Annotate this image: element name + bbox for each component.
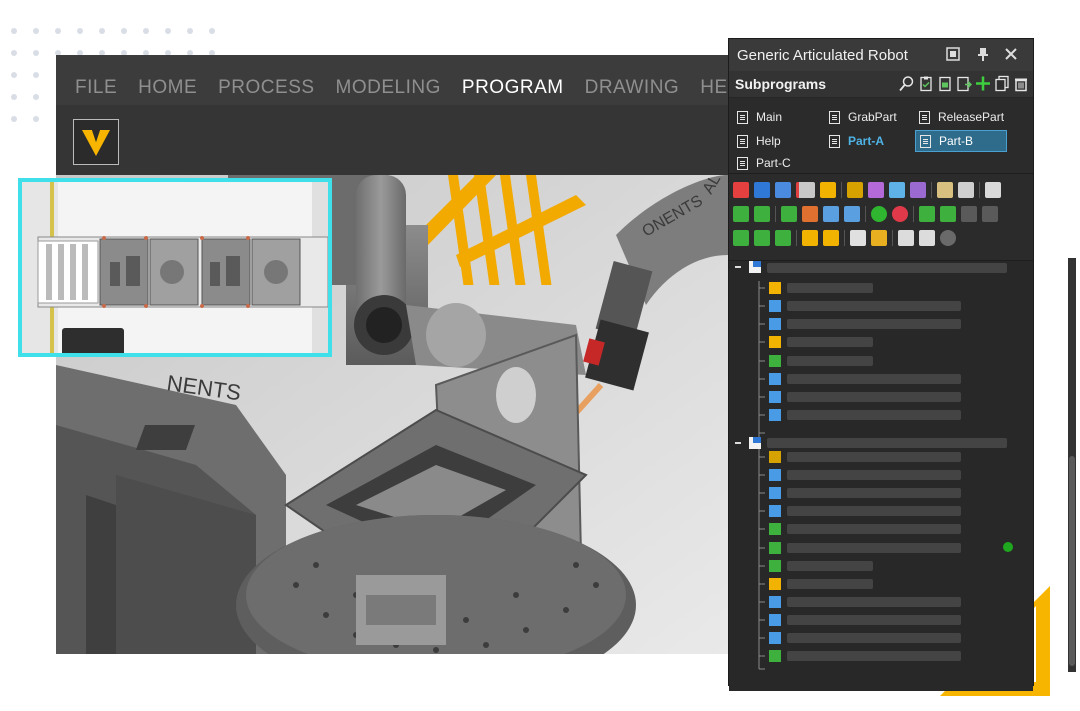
switch-icon[interactable] [733,230,749,246]
delete-icon[interactable] [1013,75,1029,92]
toolbar-separator [931,182,932,198]
note-icon[interactable] [958,182,974,198]
subprogram-label: Part-B [939,134,974,148]
comment-icon[interactable] [937,182,953,198]
toolbar-separator [844,230,845,246]
subprogram-part-b[interactable]: Part-B [915,130,1007,152]
subprogram-list: Main GrabPart ReleasePart Help Part-A Pa… [729,98,1033,174]
disabled-icon [961,206,977,222]
statistics-icon[interactable] [871,230,887,246]
document-icon [737,156,748,170]
new-program-icon[interactable] [937,75,953,92]
return-icon[interactable] [754,206,770,222]
panel-close-icon[interactable] [1003,47,1019,63]
add-icon[interactable] [975,75,991,92]
toolbar-separator [841,182,842,198]
document-icon [829,110,840,124]
subprogram-label: Main [756,110,783,124]
document-icon [919,110,930,124]
base-b-icon[interactable] [919,230,935,246]
statement-tree[interactable] [729,261,1033,691]
subprogram-label: GrabPart [848,110,897,124]
status-indicator [1003,542,1013,552]
menu-modeling[interactable]: MODELING [336,61,441,99]
subprogram-help[interactable]: Help [733,130,787,152]
subprogram-main[interactable]: Main [733,106,788,128]
robot-program-panel: Generic Articulated Robot Subprograms Ma… [728,38,1034,691]
curve-motion-icon[interactable] [868,182,884,198]
subprogram-label: Part-C [756,156,791,170]
disabled-icon-2 [982,206,998,222]
tree-scroll-thumb[interactable] [1069,456,1075,666]
open-folder-icon[interactable] [985,182,1001,198]
ribbon-area [56,105,728,175]
toolbar-separator [913,206,914,222]
v-logo-icon [82,130,110,156]
minimap-overlay[interactable] [18,178,332,357]
panel-title: Generic Articulated Robot [737,46,908,64]
subprograms-toolbar [899,75,1029,92]
subprogram-grabpart[interactable]: GrabPart [825,106,903,128]
subprogram-part-a[interactable]: Part-A [825,130,890,152]
text-statement-icon[interactable] [775,182,791,198]
import-program-icon[interactable] [956,75,972,92]
menu-bar: FILE HOME PROCESS MODELING PROGRAM DRAWI… [56,55,728,105]
joint-motion-icon[interactable] [889,182,905,198]
menu-drawing[interactable]: DRAWING [585,61,680,99]
set-output-icon[interactable] [802,206,818,222]
statement-toolbar [729,174,1033,261]
subprogram-label: ReleasePart [938,110,1005,124]
panel-dock-icon[interactable] [945,47,961,63]
base-frame-icon[interactable] [820,182,836,198]
point-to-point-icon[interactable] [754,182,770,198]
subprograms-label: Subprograms [735,76,827,92]
menu-file[interactable]: FILE [75,61,117,99]
play-icon[interactable] [871,206,887,222]
record-icon[interactable] [940,230,956,246]
toolbar-separator [775,206,776,222]
subprogram-label: Part-A [848,134,885,148]
handle-icon[interactable] [823,230,839,246]
app-logo[interactable] [73,119,119,165]
toolbar-separator [979,182,980,198]
toolbar-separator [796,230,797,246]
search-icon[interactable] [899,75,915,92]
copy-icon[interactable] [994,75,1010,92]
menu-program[interactable]: PROGRAM [462,61,564,99]
process-icon[interactable] [802,230,818,246]
call-subroutine-icon[interactable] [733,206,749,222]
if-statement-icon[interactable] [919,206,935,222]
circular-motion-icon[interactable] [910,182,926,198]
document-icon [737,110,748,124]
break-icon[interactable] [775,230,791,246]
stop-icon[interactable] [892,206,908,222]
clipboard-icon[interactable] [918,75,934,92]
delay-icon[interactable] [844,206,860,222]
panel-pin-icon[interactable] [975,47,991,63]
frame-icon[interactable] [796,182,815,198]
wait-input-icon[interactable] [823,206,839,222]
subprogram-releasepart[interactable]: ReleasePart [915,106,1010,128]
case-icon[interactable] [754,230,770,246]
toolbar-separator [865,206,866,222]
document-icon [920,134,931,148]
document-icon [737,134,748,148]
subprogram-label: Help [756,134,781,148]
menu-home[interactable]: HOME [138,61,197,99]
subprograms-header: Subprograms [729,71,1033,98]
panel-header: Generic Articulated Robot [729,39,1033,71]
loop-icon[interactable] [781,206,797,222]
tool-t-icon[interactable] [898,230,914,246]
print-icon[interactable] [850,230,866,246]
menu-process[interactable]: PROCESS [218,61,314,99]
subprogram-part-c[interactable]: Part-C [733,154,797,172]
toolbar-separator [892,230,893,246]
while-icon[interactable] [940,206,956,222]
document-icon [829,134,840,148]
menu-help[interactable]: HELP [700,61,728,99]
delete-statement-icon[interactable] [733,182,749,198]
linear-motion-icon[interactable] [847,182,863,198]
